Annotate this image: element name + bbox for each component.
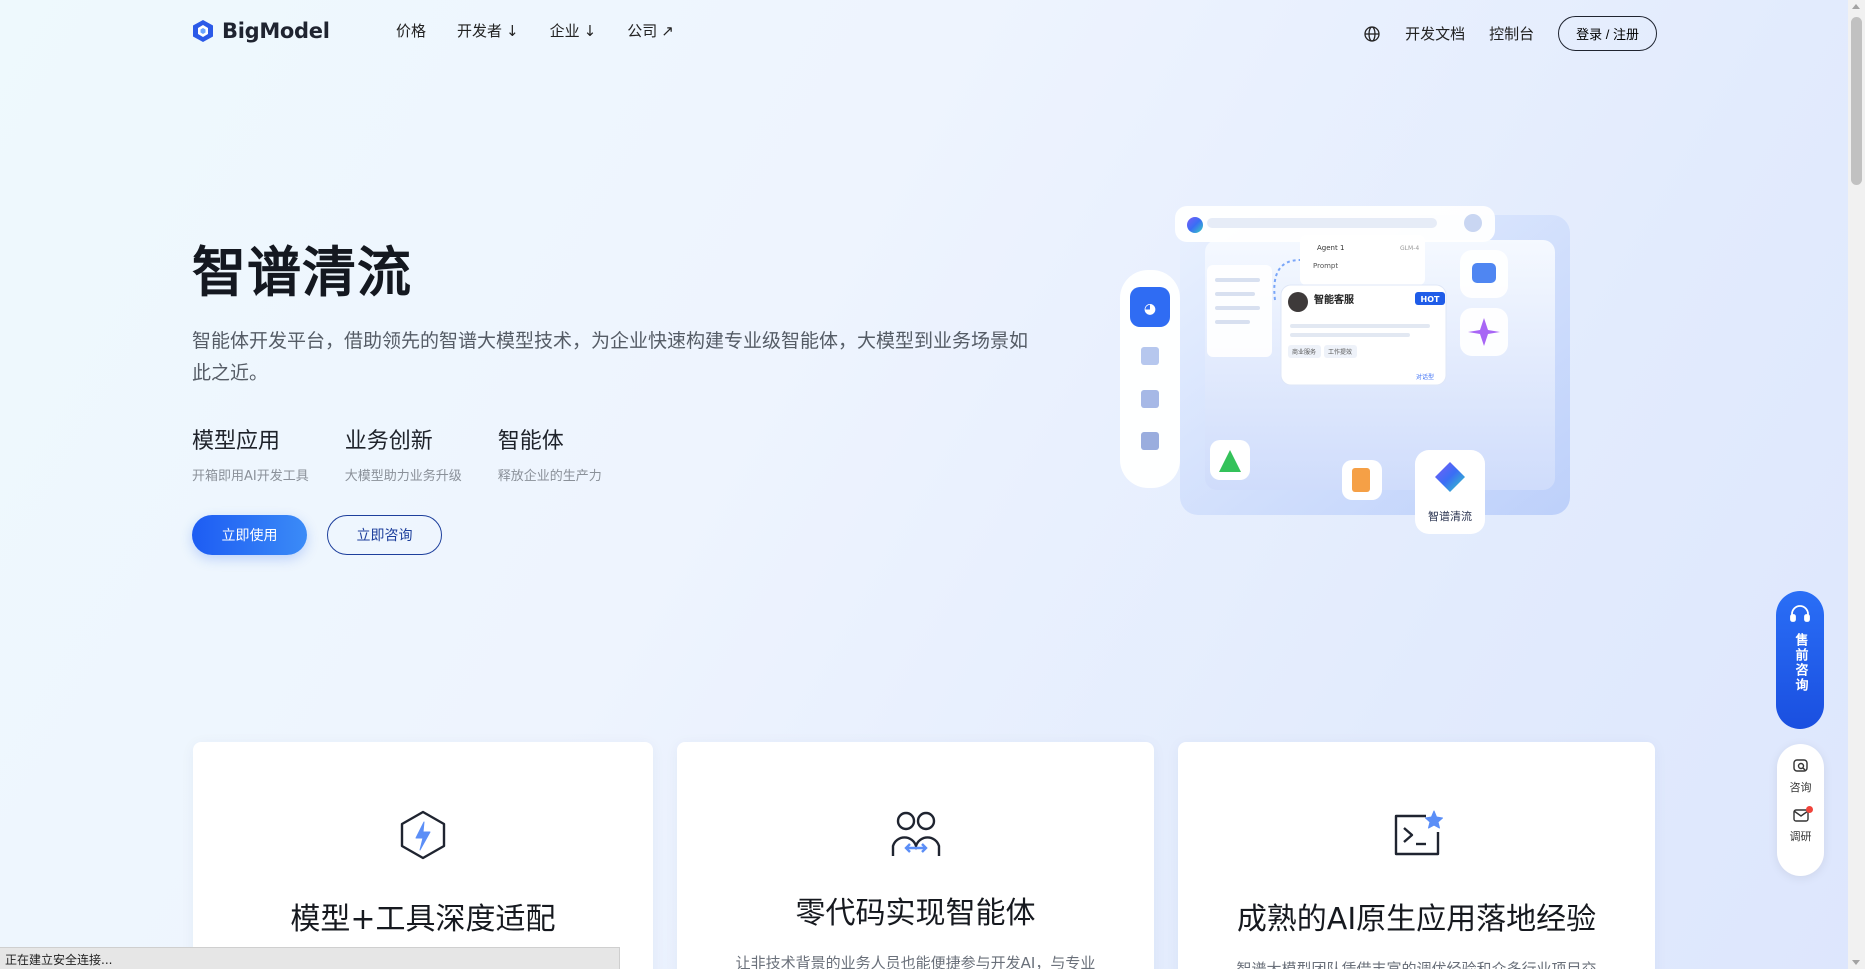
feature-subtitle: 开箱即用AI开发工具 xyxy=(192,469,309,484)
arrow-down-icon: ↓ xyxy=(506,21,519,40)
arrow-down-icon: ↓ xyxy=(583,21,597,40)
cube-lightning-icon xyxy=(400,810,446,860)
users-icon xyxy=(891,811,940,856)
nav-label: 开发者 xyxy=(457,22,503,40)
page: BigModel 价格 开发者 ↓ 企业 ↓ 公司 ↗ 开发文档 控制台 登录 … xyxy=(0,0,1848,969)
hero-title: 智谱清流 xyxy=(192,241,412,304)
use-now-button[interactable]: 立即使用 xyxy=(192,515,307,555)
illus-chat-link: 对话型 xyxy=(1416,373,1434,381)
feature-subtitle: 释放企业的生产力 xyxy=(497,469,602,484)
survey-tool[interactable]: 调研 xyxy=(1789,806,1813,844)
ask-label: 咨询 xyxy=(1789,781,1812,794)
nav-label: 公司 xyxy=(627,22,658,40)
feature-list: 模型应用 开箱即用AI开发工具 业务创新 大模型助力业务升级 智能体 释放企业的… xyxy=(192,423,602,484)
hero-illustration: ◕ Agent 1 GLM-4 Prompt 智能客服 HOT 商业服务 工作提… xyxy=(1120,206,1570,534)
browser-status-bar: 正在建立安全连接... xyxy=(0,947,620,969)
main-nav: 价格 开发者 ↓ 企业 ↓ 公司 ↗ xyxy=(396,20,674,41)
login-button[interactable]: 登录 / 注册 xyxy=(1558,16,1657,51)
survey-label: 调研 xyxy=(1789,830,1812,843)
illus-prompt-label: Prompt xyxy=(1313,262,1338,270)
illus-agent-label: Agent 1 xyxy=(1317,244,1344,252)
feature-card: 零代码实现智能体 让非技术背景的业务人员也能便捷参与开发AI，与专业 xyxy=(677,742,1154,969)
nav-pricing[interactable]: 价格 xyxy=(396,20,426,41)
feature-item: 模型应用 开箱即用AI开发工具 xyxy=(192,423,309,484)
notification-dot xyxy=(1805,806,1813,813)
illus-user-icon xyxy=(1464,214,1482,232)
feature-subtitle: 大模型助力业务升级 xyxy=(344,469,462,484)
presale-consult-label: 售前咨询 xyxy=(1792,633,1808,693)
card-title: 零代码实现智能体 xyxy=(795,896,1036,931)
terminal-star-icon xyxy=(1394,810,1443,856)
floating-toolbar: 咨询 调研 xyxy=(1777,744,1824,876)
hero-description: 智能体开发平台，借助领先的智谱大模型技术，为企业快速构建专业级智能体，大模型到业… xyxy=(192,330,1029,384)
top-navbar: BigModel 价格 开发者 ↓ 企业 ↓ 公司 ↗ 开发文档 控制台 登录 … xyxy=(0,0,1848,64)
illus-avatar xyxy=(1288,292,1308,312)
header-actions: 开发文档 控制台 登录 / 注册 xyxy=(1363,16,1657,51)
logo[interactable]: BigModel xyxy=(192,19,330,43)
card-text: 让非技术背景的业务人员也能便捷参与开发AI，与专业 xyxy=(735,954,1096,969)
illus-brand-name: 智谱清流 xyxy=(1428,509,1472,523)
svg-text:◕: ◕ xyxy=(1144,301,1156,317)
scroll-up-icon[interactable] xyxy=(1852,4,1860,9)
illus-box-icon xyxy=(1141,390,1159,408)
feature-card: 模型+工具深度适配 xyxy=(193,742,653,969)
scroll-down-icon[interactable] xyxy=(1852,960,1860,965)
nav-enterprise[interactable]: 企业 ↓ xyxy=(550,20,597,41)
vertical-scrollbar[interactable] xyxy=(1848,0,1865,969)
bigmodel-logo-icon xyxy=(193,20,213,42)
presale-consult-widget[interactable]: 售前咨询 xyxy=(1776,591,1824,729)
illus-book-icon xyxy=(1141,432,1159,450)
feature-title: 模型应用 xyxy=(192,429,281,454)
docs-link[interactable]: 开发文档 xyxy=(1405,23,1465,44)
illus-tag-2: 工作提效 xyxy=(1328,348,1352,356)
illus-apps-icon xyxy=(1141,347,1159,365)
feature-item: 业务创新 大模型助力业务升级 xyxy=(345,423,462,484)
card-title: 成熟的AI原生应用落地经验 xyxy=(1236,902,1597,937)
consult-now-button[interactable]: 立即咨询 xyxy=(327,515,442,555)
card-text: 智谱大模型团队凭借丰富的调优经验和众多行业项目交 xyxy=(1236,960,1597,969)
globe-icon[interactable] xyxy=(1363,25,1381,43)
console-link[interactable]: 控制台 xyxy=(1489,23,1534,44)
scroll-thumb[interactable] xyxy=(1851,17,1862,185)
headset-icon xyxy=(1790,605,1810,622)
illus-model-label: GLM-4 xyxy=(1400,245,1419,252)
feature-title: 业务创新 xyxy=(344,429,433,454)
illus-robot-icon xyxy=(1472,263,1496,283)
illus-hot-badge: HOT xyxy=(1421,295,1440,304)
feature-card: 成熟的AI原生应用落地经验 智谱大模型团队凭借丰富的调优经验和众多行业项目交 xyxy=(1178,742,1655,969)
nav-developers[interactable]: 开发者 ↓ xyxy=(457,20,519,41)
illus-service-title: 智能客服 xyxy=(1314,293,1355,306)
nav-label: 价格 xyxy=(396,22,427,40)
feature-title: 智能体 xyxy=(497,429,564,454)
card-title: 模型+工具深度适配 xyxy=(290,902,556,937)
feature-item: 智能体 释放企业的生产力 xyxy=(498,423,602,484)
illus-doc-icon xyxy=(1352,468,1370,492)
illus-tag-1: 商业服务 xyxy=(1292,348,1316,356)
nav-company[interactable]: 公司 ↗ xyxy=(627,20,674,41)
illus-brand-icon xyxy=(1187,217,1203,233)
search-chat-icon xyxy=(1792,759,1808,772)
nav-label: 企业 xyxy=(549,22,580,40)
cta-buttons: 立即使用 立即咨询 xyxy=(192,515,442,555)
ask-tool[interactable]: 咨询 xyxy=(1790,758,1812,795)
external-link-icon: ↗ xyxy=(661,21,674,40)
logo-text: BigModel xyxy=(222,19,330,43)
